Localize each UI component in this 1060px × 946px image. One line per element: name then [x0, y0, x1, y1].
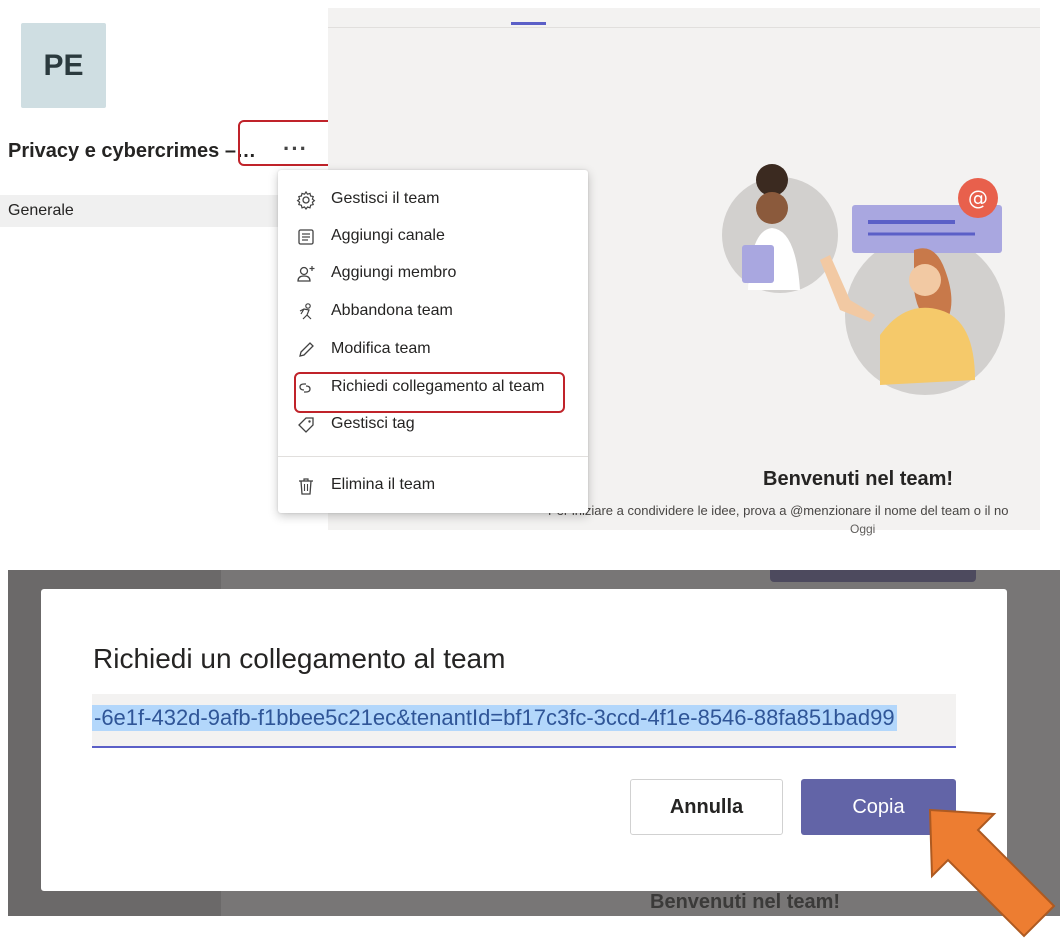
teams-team-view: PE Privacy e cybercrimes –… ··· Generale… — [0, 0, 1060, 536]
welcome-subtitle: Per iniziare a condividere le idee, prov… — [548, 503, 1009, 518]
menu-item-leave-team[interactable]: Abbandona team — [278, 294, 588, 330]
highlight-box-get-link — [294, 372, 565, 413]
add-person-icon — [297, 266, 315, 282]
tag-icon — [298, 417, 314, 433]
team-context-menu: Gestisci il team Aggiungi canale Aggiung… — [278, 170, 588, 513]
menu-item-label: Gestisci tag — [331, 415, 415, 432]
leave-team-icon — [299, 303, 312, 320]
get-link-dialog-view: Benvenuti nel team! Richiedi un collegam… — [8, 570, 1060, 916]
active-tab-indicator — [511, 22, 546, 25]
date-separator: Oggi — [850, 522, 876, 536]
annotation-arrow-icon — [928, 808, 1056, 938]
team-avatar[interactable]: PE — [21, 23, 106, 108]
team-link-value[interactable]: -6e1f-432d-9afb-f1bbee5c21ec&tenantId=bf… — [92, 705, 897, 731]
welcome-illustration: @ — [722, 164, 1005, 395]
channel-label: Generale — [8, 202, 74, 219]
trash-icon — [299, 478, 313, 495]
menu-item-label: Elimina il team — [331, 476, 436, 493]
menu-item-edit-team[interactable]: Modifica team — [278, 332, 588, 368]
menu-item-label: Abbandona team — [331, 302, 453, 319]
menu-item-add-channel[interactable]: Aggiungi canale — [278, 219, 588, 255]
tab-bar-divider — [328, 27, 1040, 28]
menu-item-label: Aggiungi membro — [331, 264, 457, 281]
team-name[interactable]: Privacy e cybercrimes –… — [8, 140, 256, 163]
background-welcome-title: Benvenuti nel team! — [650, 891, 841, 913]
menu-item-label: Gestisci il team — [331, 190, 440, 207]
dialog-title: Richiedi un collegamento al team — [93, 643, 506, 674]
menu-item-manage-team[interactable]: Gestisci il team — [278, 182, 588, 218]
menu-item-delete-team[interactable]: Elimina il team — [278, 468, 588, 504]
cancel-button[interactable]: Annulla — [630, 779, 783, 835]
svg-text:@: @ — [968, 186, 988, 210]
menu-item-add-member[interactable]: Aggiungi membro — [278, 256, 588, 292]
menu-divider — [278, 456, 588, 457]
team-link-field[interactable]: -6e1f-432d-9afb-f1bbee5c21ec&tenantId=bf… — [92, 694, 956, 748]
menu-item-label: Modifica team — [331, 340, 431, 357]
gear-icon — [296, 190, 316, 210]
dimmed-illustration-fragment — [770, 570, 976, 582]
channel-list-icon — [298, 229, 314, 245]
get-link-dialog: Richiedi un collegamento al team -6e1f-4… — [41, 589, 1007, 891]
menu-item-label: Aggiungi canale — [331, 227, 445, 244]
welcome-title: Benvenuti nel team! — [763, 468, 954, 490]
pencil-icon — [299, 342, 314, 357]
